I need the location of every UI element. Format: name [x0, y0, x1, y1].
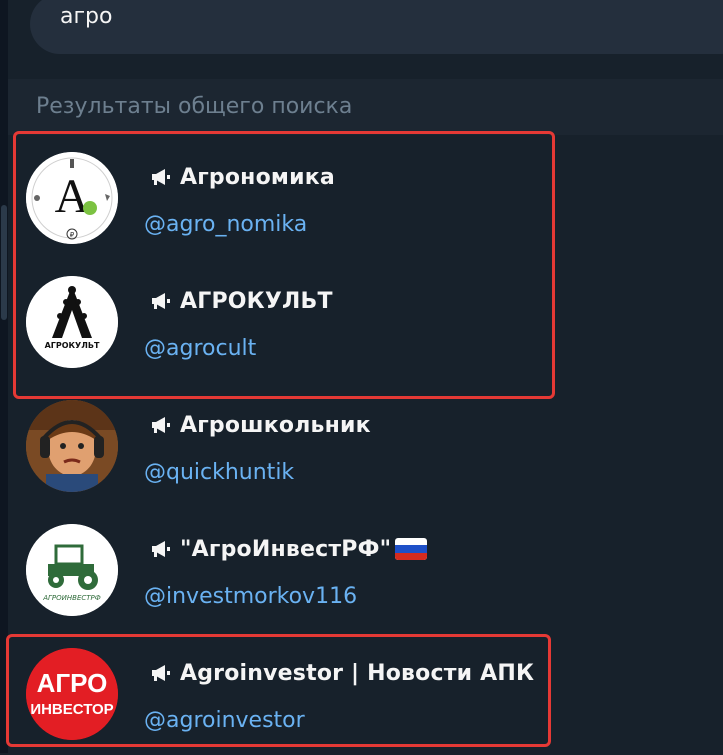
section-title: Результаты общего поиска: [36, 94, 353, 119]
result-row-agroinvestrf[interactable]: АГРОИНВЕСТРФ "АгроИнвестРФ" @investmorko…: [8, 507, 723, 631]
avatar-agroshkolnik: [26, 400, 118, 492]
channel-name: "АгроИнвестРФ": [180, 536, 392, 562]
global-search-section-header: Результаты общего поиска: [8, 79, 723, 135]
search-input[interactable]: агро: [30, 0, 723, 54]
megaphone-icon: [152, 541, 170, 557]
result-row-agroshkolnik[interactable]: Агрошкольник @quickhuntik: [8, 383, 723, 507]
search-query-text: агро: [60, 4, 113, 29]
highlight-box-bottom: [6, 634, 551, 747]
megaphone-icon: [152, 417, 170, 433]
channel-name: Агрошкольник: [180, 412, 371, 438]
highlight-box-top: [13, 131, 555, 399]
avatar-agroinvestrf: АГРОИНВЕСТРФ: [26, 524, 118, 616]
channel-handle[interactable]: @investmorkov116: [144, 584, 357, 609]
left-scrollbar-thumb[interactable]: [1, 205, 7, 320]
agroinvestrf-logo-text: АГРОИНВЕСТРФ: [42, 594, 101, 602]
channel-handle[interactable]: @quickhuntik: [144, 460, 294, 485]
search-header: агро: [8, 0, 723, 79]
russia-flag-icon: [395, 538, 428, 560]
